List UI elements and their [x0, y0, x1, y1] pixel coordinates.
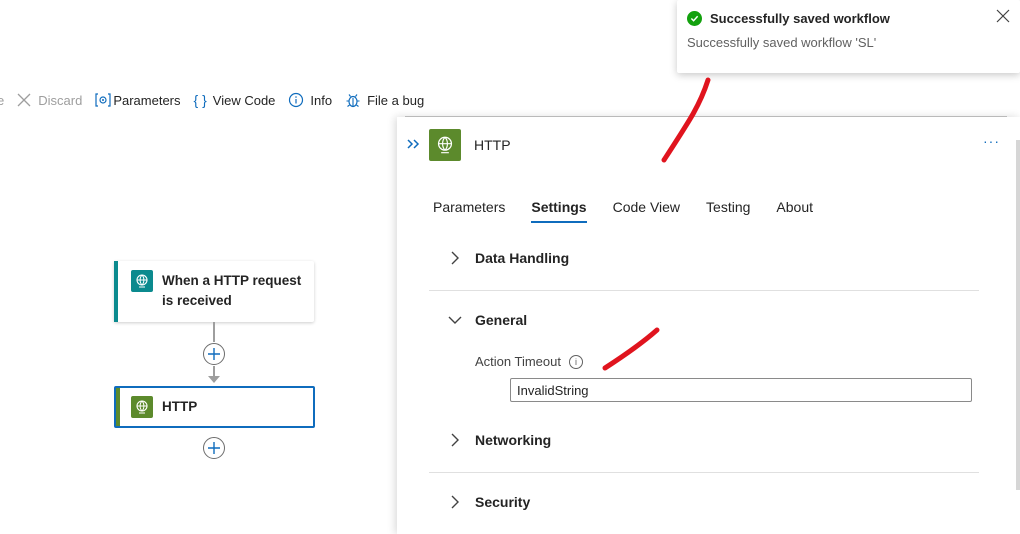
- section-divider: [429, 290, 979, 291]
- trigger-node-title-line1: When a HTTP request: [162, 273, 302, 288]
- connector-line: [213, 322, 215, 342]
- file-bug-label: File a bug: [367, 92, 425, 108]
- trigger-node[interactable]: When a HTTP request is received: [114, 261, 314, 322]
- parameters-icon: [95, 93, 111, 107]
- collapse-panel-chevron-icon[interactable]: [407, 137, 421, 153]
- info-button[interactable]: Info: [288, 92, 332, 108]
- toast-body: Successfully saved workflow 'SL': [687, 35, 877, 50]
- panel-tabs: Parameters Settings Code View Testing Ab…: [433, 199, 839, 223]
- tab-settings[interactable]: Settings: [531, 199, 587, 223]
- http-globe-icon: [429, 129, 461, 161]
- section-networking-label: Networking: [475, 432, 552, 448]
- parameters-label: Parameters: [113, 92, 181, 108]
- panel-scrollbar[interactable]: [1016, 140, 1020, 490]
- info-icon: [288, 92, 304, 108]
- chevron-right-icon: [445, 433, 465, 447]
- action-details-panel: HTTP ··· Parameters Settings Code View T…: [397, 117, 1020, 534]
- chevron-right-icon: [445, 251, 465, 265]
- info-icon[interactable]: i: [569, 354, 583, 369]
- action-timeout-label: Action Timeout: [475, 354, 561, 369]
- tab-code-view[interactable]: Code View: [613, 199, 680, 223]
- http-node-accent: [116, 388, 120, 426]
- bug-icon: [345, 92, 361, 108]
- success-toast: Successfully saved workflow Successfully…: [677, 0, 1020, 73]
- http-node-title: HTTP: [162, 399, 198, 414]
- tab-about[interactable]: About: [776, 199, 813, 223]
- section-security-label: Security: [475, 494, 531, 510]
- chevron-right-icon: [445, 495, 465, 509]
- http-action-node[interactable]: HTTP: [114, 386, 315, 428]
- code-braces-icon: { }: [193, 92, 207, 108]
- plus-icon: [208, 442, 220, 454]
- add-step-button[interactable]: [203, 437, 225, 459]
- view-code-label: View Code: [212, 92, 276, 108]
- connector-arrow-icon: [208, 376, 220, 383]
- action-timeout-input[interactable]: [510, 378, 972, 402]
- insert-step-button[interactable]: [203, 343, 225, 365]
- info-label: Info: [310, 92, 333, 108]
- section-general[interactable]: General: [429, 312, 979, 328]
- tab-parameters[interactable]: Parameters: [433, 199, 505, 223]
- section-data-handling[interactable]: Data Handling: [429, 250, 979, 266]
- section-divider: [429, 472, 979, 473]
- checkmark-circle-icon: [687, 11, 702, 26]
- file-bug-button[interactable]: File a bug: [345, 92, 424, 108]
- toast-title: Successfully saved workflow: [710, 11, 890, 26]
- close-icon: [16, 92, 32, 108]
- view-code-button[interactable]: { } View Code: [194, 92, 276, 108]
- trigger-node-title-line2: is received: [162, 293, 232, 308]
- section-data-handling-label: Data Handling: [475, 250, 570, 266]
- tab-testing[interactable]: Testing: [706, 199, 750, 223]
- parameters-button[interactable]: Parameters: [95, 92, 181, 108]
- panel-title[interactable]: HTTP: [474, 137, 511, 153]
- action-timeout-label-row: Action Timeout i: [475, 354, 583, 369]
- trigger-node-accent: [114, 261, 118, 322]
- section-networking[interactable]: Networking: [429, 432, 979, 448]
- more-options-icon[interactable]: ···: [983, 133, 1000, 149]
- designer-toolbar: e Discard Parameters { } View Code Info …: [0, 86, 437, 114]
- chevron-down-icon: [445, 315, 465, 325]
- toolbar-cut-label: e: [0, 92, 5, 108]
- section-security[interactable]: Security: [429, 494, 979, 510]
- section-general-label: General: [475, 312, 528, 328]
- http-globe-icon: [131, 396, 153, 418]
- discard-label: Discard: [38, 92, 83, 108]
- close-icon[interactable]: [996, 9, 1010, 26]
- discard-button[interactable]: Discard: [16, 92, 82, 108]
- request-icon: [131, 270, 153, 292]
- plus-icon: [208, 348, 220, 360]
